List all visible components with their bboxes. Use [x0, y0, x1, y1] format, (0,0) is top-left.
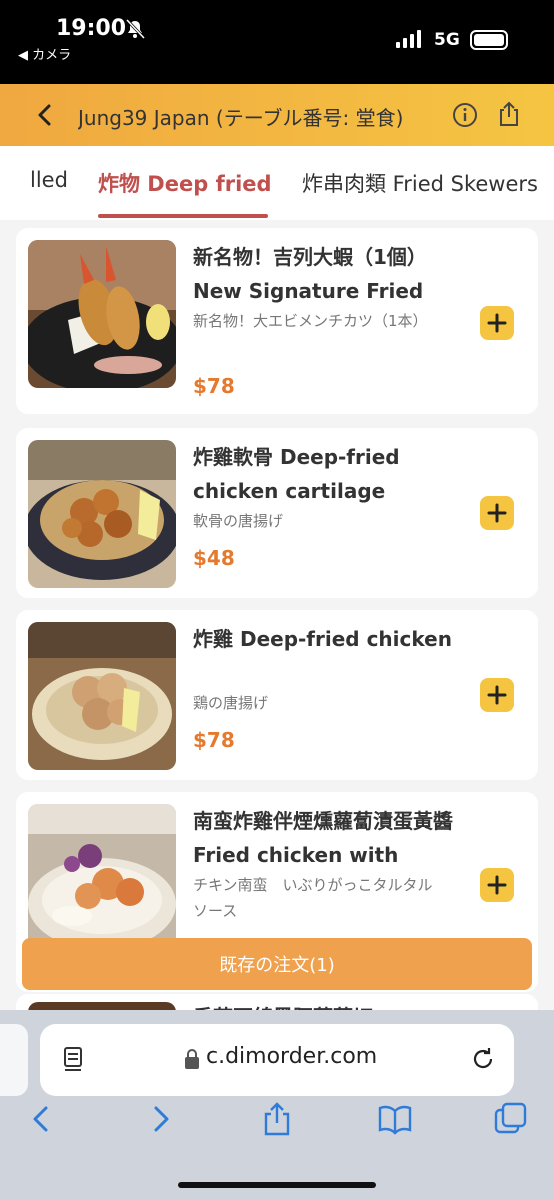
plus-icon — [487, 875, 507, 895]
tab-fried-skewers[interactable]: 炸串肉類 Fried Skewers — [302, 168, 538, 198]
plus-icon — [487, 503, 507, 523]
item-subtitle: 新名物！大エビメンチカツ（1本） — [193, 312, 428, 330]
bookmarks-icon[interactable] — [378, 1102, 412, 1136]
active-tab-indicator — [98, 214, 268, 218]
url-text: c.dimorder.com — [206, 1044, 378, 1069]
chicken-nanban-photo — [28, 804, 176, 952]
add-item-button[interactable] — [480, 306, 514, 340]
tab-grilled[interactable]: lled — [30, 168, 68, 192]
menu-item-card[interactable]: 炸雞 Deep-fried chicken 鶏の唐揚げ $78 — [16, 610, 538, 780]
item-subtitle: 軟骨の唐揚げ — [193, 512, 284, 530]
item-name: 炸雞軟骨 Deep-fried chicken cartilage — [193, 445, 400, 503]
browser-toolbar: c.dimorder.com — [0, 1010, 554, 1200]
signal-icon — [396, 30, 421, 48]
previous-tab[interactable] — [0, 1024, 28, 1096]
menu-item-card[interactable]: 新名物！吉列大蝦（1個）New Signature Fried Prawn 新名… — [16, 228, 538, 414]
add-item-button[interactable] — [480, 496, 514, 530]
home-indicator — [178, 1182, 376, 1188]
item-subtitle: 鶏の唐揚げ — [193, 694, 269, 712]
address-bar[interactable]: c.dimorder.com — [40, 1024, 514, 1096]
restaurant-title: Jung39 Japan (テーブル番号: 堂食) — [78, 106, 404, 130]
battery-icon — [470, 30, 508, 50]
reload-icon[interactable] — [470, 1046, 496, 1072]
bell-muted-icon — [125, 18, 146, 40]
status-bar: 19:00 ◀ カメラ 5G — [0, 0, 554, 84]
plus-icon — [487, 313, 507, 333]
network-type: 5G — [434, 30, 460, 50]
status-time: 19:00 — [56, 16, 127, 41]
fried-prawn-photo — [28, 240, 176, 388]
add-item-button[interactable] — [480, 868, 514, 902]
item-name: 新名物！吉列大蝦（1個）New Signature Fried Prawn — [193, 245, 427, 303]
fried-chicken-photo — [28, 622, 176, 770]
share-icon[interactable] — [496, 100, 522, 128]
fried-chicken-cartilage-photo — [28, 440, 176, 588]
browser-share-icon[interactable] — [260, 1102, 294, 1136]
restaurant-header: Jung39 Japan (テーブル番号: 堂食) — [0, 84, 554, 146]
reader-icon[interactable] — [62, 1046, 86, 1072]
lock-icon — [185, 1049, 199, 1069]
item-name: 炸雞 Deep-fried chicken — [193, 627, 452, 651]
item-price: $48 — [193, 546, 235, 570]
tab-deep-fried[interactable]: 炸物 Deep fried — [98, 168, 272, 198]
info-icon[interactable] — [452, 102, 478, 128]
back-arrow-icon[interactable] — [30, 100, 60, 130]
back-to-app-link[interactable]: ◀ カメラ — [18, 44, 71, 63]
item-price: $78 — [193, 728, 235, 752]
tabs-icon[interactable] — [494, 1102, 528, 1136]
item-price: $78 — [193, 374, 235, 398]
browser-forward-icon[interactable] — [144, 1102, 178, 1136]
item-subtitle: チキン南蛮 いぶりがっこタルタルソース — [193, 876, 433, 920]
menu-item-card[interactable]: 炸雞軟骨 Deep-fried chicken cartilage 軟骨の唐揚げ… — [16, 428, 538, 598]
plus-icon — [487, 685, 507, 705]
category-tabs: lled 炸物 Deep fried 炸串肉類 Fried Skewers — [0, 146, 554, 220]
add-item-button[interactable] — [480, 678, 514, 712]
browser-back-icon[interactable] — [24, 1102, 58, 1136]
item-name: 南蛮炸雞伴煙燻蘿蔔漬蛋黃醬 Fried chicken with smoked … — [193, 809, 453, 867]
existing-order-button[interactable]: 既存の注文(1) — [22, 938, 532, 990]
